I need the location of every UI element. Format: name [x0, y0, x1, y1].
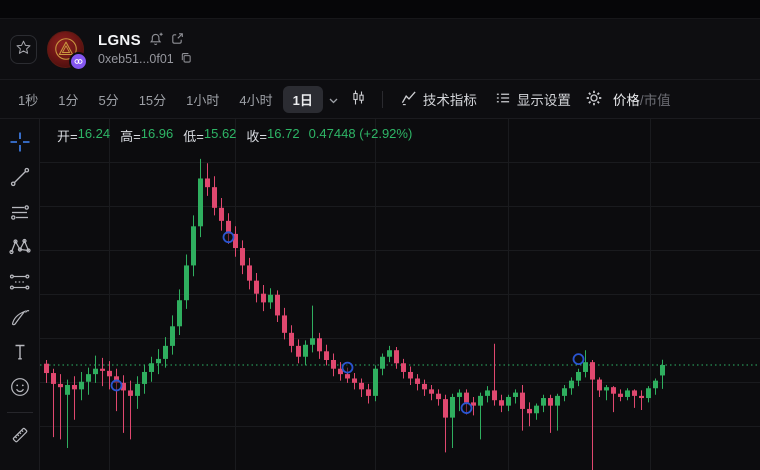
- change-abs: 0.47448: [308, 126, 356, 141]
- token-symbol: LGNS: [98, 31, 141, 49]
- toolbar-divider: [381, 90, 383, 108]
- text-tool[interactable]: [3, 336, 37, 370]
- timeframe-dropdown-button[interactable]: [323, 88, 344, 111]
- copy-address-button[interactable]: [180, 52, 192, 67]
- copy-icon: [180, 52, 192, 67]
- low-value: 15.62: [203, 126, 237, 141]
- window-top-strip: [0, 0, 760, 19]
- trade-marker-icon: [222, 231, 235, 244]
- close-value: 16.72: [267, 126, 300, 141]
- projection-position-icon: [9, 271, 31, 296]
- bell-plus-icon: [149, 32, 163, 49]
- display-settings-label: 显示设置: [516, 93, 571, 108]
- price-label: 价格: [612, 93, 640, 108]
- high-value: 16.96: [140, 126, 174, 141]
- projection-position-tool[interactable]: [3, 266, 37, 300]
- timeframe-1分[interactable]: 1分: [48, 86, 88, 113]
- chart-toolbar: 1秒 1分 5分 15分 1小时 4小时 1日 技术指标 显示设置 价格/市值: [0, 79, 760, 119]
- drawing-tool-rail: [0, 119, 40, 470]
- trade-marker-icon: [460, 402, 473, 414]
- brush-tool[interactable]: [3, 301, 37, 335]
- trade-marker-icon: [341, 361, 354, 374]
- token-logo: [47, 30, 88, 71]
- gear-icon: [586, 90, 602, 109]
- token-header: LGNS 0xeb51...0f01: [0, 19, 760, 79]
- timeframe-1小时[interactable]: 1小时: [176, 86, 229, 113]
- trade-marker-icon: [110, 379, 123, 392]
- open-label: 开=: [57, 129, 78, 144]
- timeframe-15分[interactable]: 15分: [129, 86, 176, 113]
- marketcap-label: 市值: [643, 93, 671, 108]
- crosshair-icon: [9, 131, 31, 156]
- timeframe-1秒[interactable]: 1秒: [8, 86, 48, 113]
- open-value: 16.24: [77, 126, 111, 141]
- trend-line-tool[interactable]: [3, 161, 37, 195]
- candlestick-chart[interactable]: [40, 119, 760, 470]
- external-link-button[interactable]: [171, 32, 184, 48]
- xabcd-pattern-tool[interactable]: [3, 231, 37, 265]
- emoji-tool[interactable]: [3, 371, 37, 405]
- timeframe-4小时[interactable]: 4小时: [229, 86, 282, 113]
- xabcd-pattern-icon: [8, 236, 31, 261]
- indicator-chart-icon: [401, 90, 417, 109]
- timeframe-5分[interactable]: 5分: [88, 86, 128, 113]
- brush-icon: [9, 306, 31, 331]
- change-pct: (+2.92%): [359, 126, 413, 141]
- token-address: 0xeb51...0f01: [98, 52, 174, 66]
- external-link-icon: [171, 32, 184, 48]
- star-icon: [15, 39, 32, 59]
- low-label: 低=: [183, 129, 204, 144]
- ohlc-legend: 开= 16.24 高= 16.96 低= 15.62 收= 16.72 0.47448 …: [57, 126, 412, 145]
- parallel-channel-icon: [9, 201, 31, 226]
- price-marketcap-toggle[interactable]: 价格/市值: [613, 89, 671, 109]
- parallel-channel-tool[interactable]: [3, 196, 37, 230]
- candle-style-button[interactable]: [344, 85, 373, 113]
- emoji-smiley-icon: [9, 376, 31, 401]
- trade-marker-icon: [572, 353, 585, 366]
- timeframe-group: 1秒 1分 5分 15分 1小时 4小时 1日: [8, 85, 323, 113]
- favorite-star-button[interactable]: [10, 34, 37, 64]
- chevron-down-icon: [329, 92, 338, 107]
- grid-lines: [40, 119, 760, 470]
- settings-gear-button[interactable]: [580, 86, 608, 113]
- close-label: 收=: [246, 129, 268, 144]
- chain-badge-icon: [69, 51, 88, 71]
- display-settings-button[interactable]: 显示设置: [486, 85, 580, 113]
- crosshair-tool[interactable]: [3, 126, 37, 160]
- trend-line-icon: [9, 166, 31, 191]
- ruler-icon: [9, 424, 31, 449]
- indicators-label: 技术指标: [422, 93, 477, 108]
- chart-area[interactable]: 开= 16.24 高= 16.96 低= 15.62 收= 16.72 0.47448 …: [40, 119, 760, 470]
- timeframe-1日[interactable]: 1日: [282, 85, 323, 113]
- rail-divider: [6, 412, 33, 413]
- candles: [44, 158, 665, 470]
- alert-bell-button[interactable]: [149, 32, 163, 49]
- indicators-button[interactable]: 技术指标: [392, 85, 486, 113]
- measure-ruler-tool[interactable]: [3, 419, 37, 453]
- high-label: 高=: [120, 129, 141, 144]
- text-icon: [9, 341, 31, 366]
- candlestick-icon: [350, 89, 367, 109]
- list-settings-icon: [495, 90, 511, 109]
- trade-markers: [110, 231, 585, 414]
